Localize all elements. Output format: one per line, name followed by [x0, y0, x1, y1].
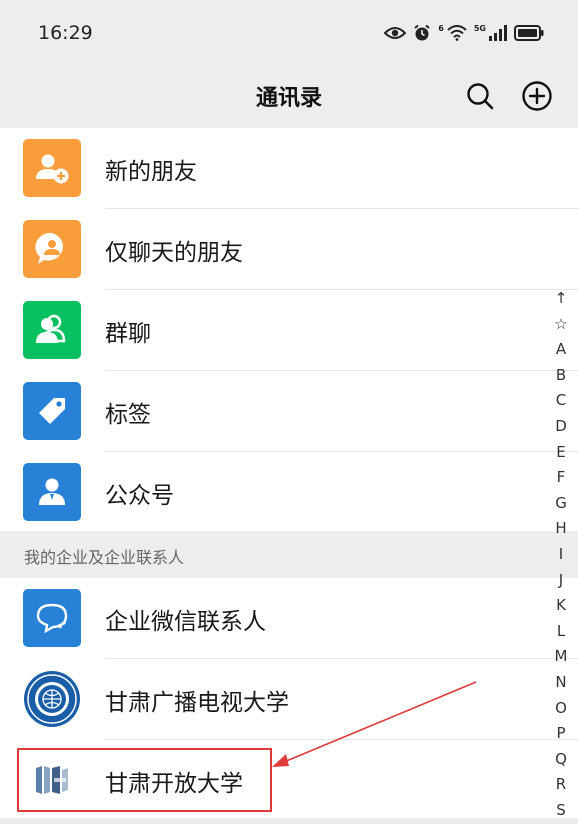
index-letter[interactable]: B: [548, 363, 574, 389]
signal-icon: [489, 25, 507, 41]
index-letter[interactable]: A: [548, 337, 574, 363]
section-header: 我的企业及企业联系人: [0, 531, 578, 578]
index-star[interactable]: ☆: [548, 312, 574, 338]
index-letter[interactable]: R: [548, 772, 574, 798]
index-letter[interactable]: P: [548, 721, 574, 747]
status-time: 16:29: [38, 22, 93, 44]
index-letter[interactable]: G: [548, 491, 574, 517]
gansu-radio-tv-university-row[interactable]: 甘肃广播电视大学: [0, 659, 578, 740]
index-letter[interactable]: E: [548, 440, 574, 466]
alarm-icon: [414, 24, 430, 41]
group-chat-icon: [23, 301, 81, 359]
eye-icon: [384, 27, 407, 39]
row-label: 新的朋友: [105, 159, 197, 185]
plus-circle-icon: [522, 81, 552, 111]
index-letter[interactable]: M: [548, 644, 574, 670]
index-letter[interactable]: D: [548, 414, 574, 440]
add-friend-icon: [23, 139, 81, 197]
index-letter[interactable]: I: [548, 542, 574, 568]
index-letter[interactable]: O: [548, 696, 574, 722]
index-letter[interactable]: Q: [548, 747, 574, 773]
tag-icon: [23, 382, 81, 440]
index-letter[interactable]: N: [548, 670, 574, 696]
top-nav-bar: 通讯录: [0, 64, 578, 128]
row-label: 群聊: [105, 321, 151, 347]
search-icon: [467, 83, 494, 110]
official-account-icon: [23, 463, 81, 521]
alphabet-index[interactable]: ↑ ☆ A B C D E F G H I J K L M N O P Q R …: [548, 286, 574, 823]
search-button[interactable]: [462, 78, 498, 114]
official-accounts-row[interactable]: 公众号: [0, 452, 578, 533]
add-button[interactable]: [519, 78, 555, 114]
index-letter[interactable]: L: [548, 619, 574, 645]
group-chats-row[interactable]: 群聊: [0, 290, 578, 371]
new-friends-row[interactable]: 新的朋友: [0, 128, 578, 209]
section-title: 我的企业及企业联系人: [24, 548, 185, 567]
status-bar: 16:29 6 5G: [0, 0, 578, 64]
row-label: 企业微信联系人: [105, 609, 266, 635]
index-letter[interactable]: F: [548, 465, 574, 491]
row-label: 标签: [105, 402, 151, 428]
index-up-arrow[interactable]: ↑: [548, 286, 574, 312]
bottom-edge: [0, 818, 578, 824]
index-letter[interactable]: K: [548, 593, 574, 619]
chat-only-icon: [23, 220, 81, 278]
tags-row[interactable]: 标签: [0, 371, 578, 452]
row-label: 公众号: [105, 483, 174, 509]
wecom-icon: [23, 589, 81, 647]
network-type-label: 5G: [473, 23, 486, 33]
index-letter[interactable]: H: [548, 516, 574, 542]
row-label: 甘肃广播电视大学: [105, 690, 289, 716]
chat-only-friends-row[interactable]: 仅聊天的朋友: [0, 209, 578, 290]
wecom-contacts-row[interactable]: 企业微信联系人: [0, 578, 578, 659]
wifi-label: 6: [438, 23, 444, 33]
index-letter[interactable]: C: [548, 388, 574, 414]
wifi-icon: [447, 25, 467, 41]
index-letter[interactable]: J: [548, 568, 574, 594]
battery-icon: [514, 25, 544, 41]
university-logo-icon: [23, 670, 81, 728]
highlight-box: [17, 748, 272, 812]
status-icons: 6 5G: [384, 22, 544, 44]
row-label: 仅聊天的朋友: [105, 240, 243, 266]
